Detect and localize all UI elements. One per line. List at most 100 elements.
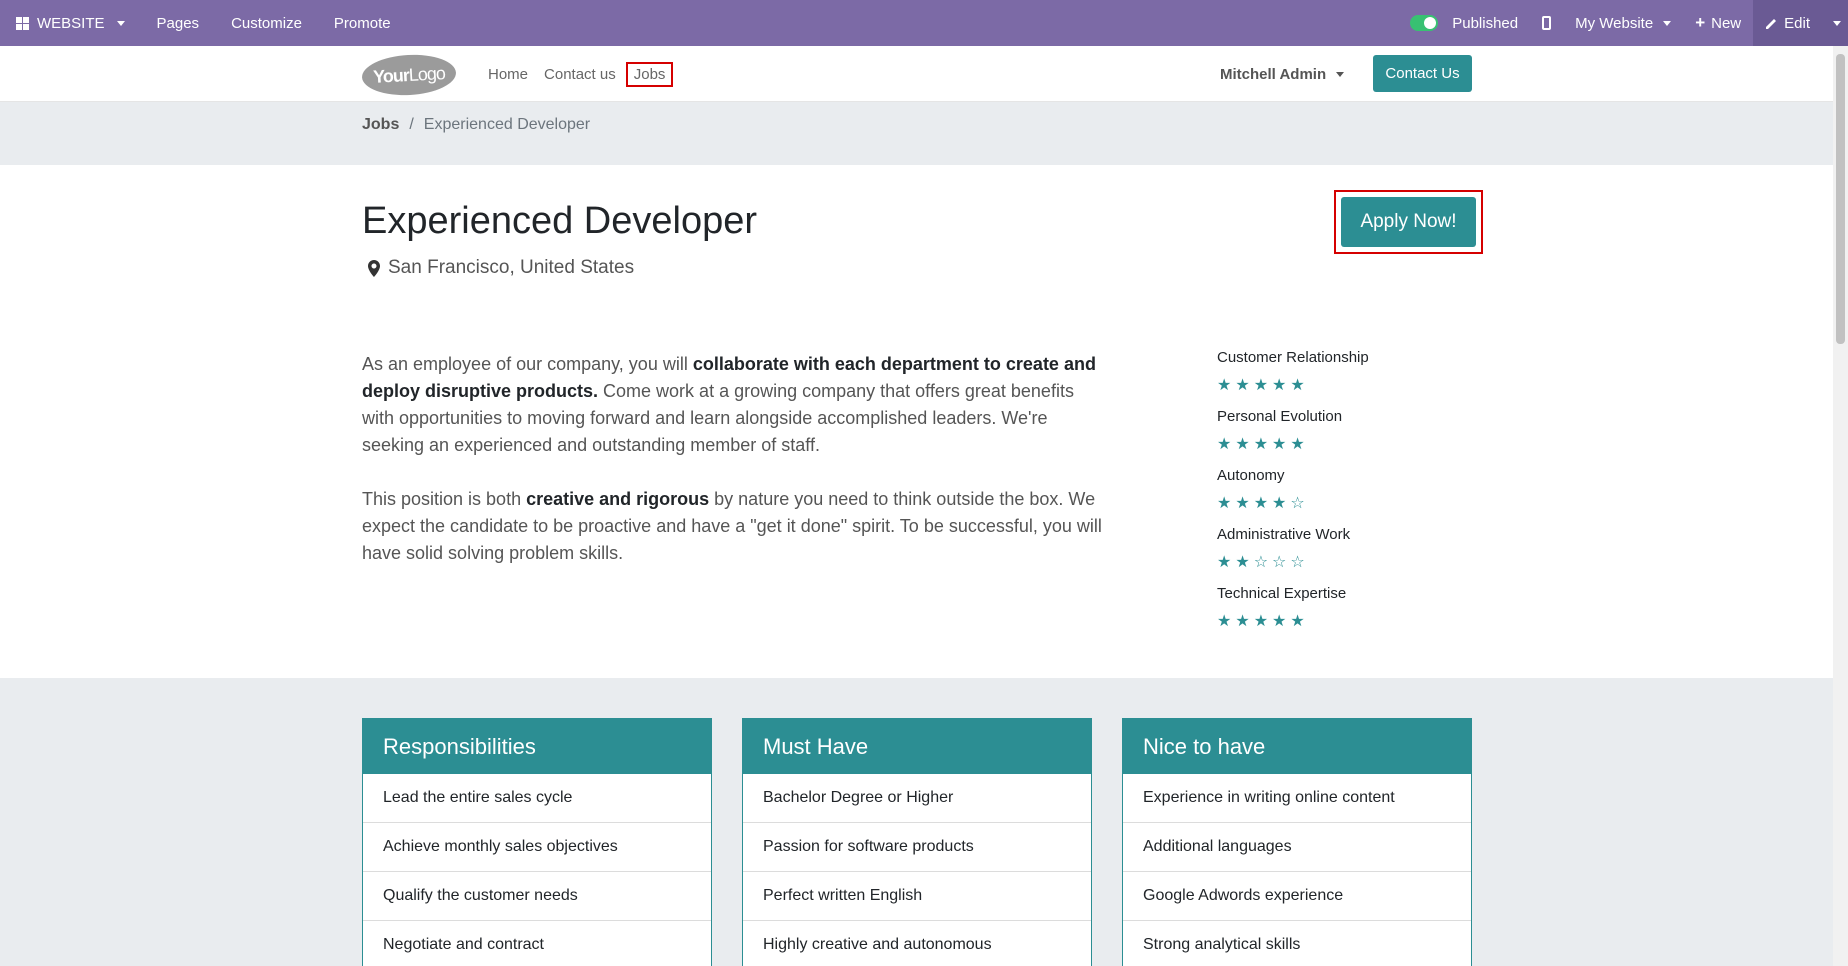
rating-row: Personal Evolution ★ ★ ★ ★ ★ — [1217, 408, 1437, 467]
breadcrumb-jobs-link[interactable]: Jobs — [362, 116, 399, 134]
rating-label: Personal Evolution — [1217, 408, 1343, 425]
description-paragraph-1: As an employee of our company, you will … — [362, 351, 1102, 459]
rating-row: Technical Expertise ★ ★ ★ ★ ★ — [1217, 585, 1437, 644]
star-rating: ★ ★ ★ ★ ☆ — [1217, 493, 1437, 513]
edit-label: Edit — [1784, 14, 1810, 32]
admin-right: Published My Website + New Edit — [1398, 0, 1848, 46]
rating-row: Customer Relationship ★ ★ ★ ★ ★ — [1217, 349, 1437, 408]
map-marker-icon — [368, 259, 380, 277]
job-location: San Francisco, United States — [368, 257, 634, 279]
website-app-menu[interactable]: WEBSITE — [0, 0, 141, 46]
star-filled-icon: ★ — [1217, 495, 1232, 512]
nav-jobs[interactable]: Jobs — [625, 61, 674, 87]
location-city: San Francisco — [388, 257, 510, 278]
card-title: Must Have — [743, 719, 1091, 774]
star-rating: ★ ★ ★ ★ ★ — [1217, 375, 1437, 395]
list-item: Negotiate and contract — [363, 921, 711, 966]
star-rating: ★ ★ ☆ ☆ ☆ — [1217, 552, 1437, 572]
mobile-preview-button[interactable] — [1530, 0, 1563, 46]
job-title: Experienced Developer — [362, 200, 758, 242]
star-filled-icon: ★ — [1235, 613, 1250, 630]
star-rating: ★ ★ ★ ★ ★ — [1217, 434, 1437, 454]
new-button[interactable]: + New — [1683, 0, 1753, 46]
rating-label: Administrative Work — [1217, 526, 1351, 543]
mobile-icon — [1542, 16, 1552, 30]
star-filled-icon: ★ — [1290, 377, 1305, 394]
page-scrollbar[interactable] — [1833, 46, 1848, 966]
star-filled-icon: ★ — [1272, 436, 1287, 453]
list-item: Additional languages — [1123, 823, 1471, 872]
star-filled-icon: ★ — [1272, 613, 1287, 630]
star-filled-icon: ★ — [1217, 554, 1232, 571]
website-app-label: WEBSITE — [37, 14, 105, 32]
job-description: As an employee of our company, you will … — [362, 351, 1102, 594]
star-filled-icon: ★ — [1253, 613, 1269, 630]
rating-label: Customer Relationship — [1217, 349, 1369, 366]
nav-contact-us[interactable]: Contact us — [536, 62, 624, 87]
nav-home[interactable]: Home — [480, 62, 536, 87]
caret-down-icon — [1833, 20, 1841, 26]
breadcrumb: Jobs / Experienced Developer — [362, 116, 590, 134]
toggle-switch-icon — [1410, 15, 1439, 31]
star-filled-icon: ★ — [1290, 613, 1305, 630]
star-filled-icon: ★ — [1217, 377, 1232, 394]
star-filled-icon: ★ — [1235, 495, 1250, 512]
apply-now-button[interactable]: Apply Now! — [1341, 197, 1476, 247]
caret-down-icon — [1336, 71, 1345, 77]
admin-menu-customize[interactable]: Customize — [215, 0, 318, 46]
star-rating: ★ ★ ★ ★ ★ — [1217, 611, 1437, 631]
job-requirements-cards: Responsibilities Lead the entire sales c… — [362, 718, 1472, 966]
star-empty-icon: ☆ — [1290, 495, 1305, 512]
star-empty-icon: ☆ — [1290, 554, 1305, 571]
logo-text-light: Logo — [408, 62, 446, 85]
star-filled-icon: ★ — [1253, 377, 1269, 394]
apps-grid-icon — [16, 16, 29, 30]
published-toggle[interactable]: Published — [1398, 0, 1530, 46]
admin-menu-promote[interactable]: Promote — [318, 0, 407, 46]
edit-dropdown-toggle[interactable] — [1822, 0, 1848, 46]
edit-button[interactable]: Edit — [1753, 0, 1822, 46]
star-filled-icon: ★ — [1253, 436, 1269, 453]
admin-bar: WEBSITE Pages Customize Promote Publishe… — [0, 0, 1848, 46]
list-item: Perfect written English — [743, 872, 1091, 921]
apply-highlight: Apply Now! — [1334, 190, 1483, 254]
star-filled-icon: ★ — [1272, 495, 1287, 512]
breadcrumb-separator: / — [409, 116, 414, 133]
card-must-have: Must Have Bachelor Degree or Higher Pass… — [742, 718, 1092, 966]
list-item: Lead the entire sales cycle — [363, 774, 711, 823]
breadcrumb-current: Experienced Developer — [423, 116, 591, 133]
caret-down-icon — [1663, 20, 1672, 26]
star-filled-icon: ★ — [1217, 613, 1232, 630]
contact-us-button[interactable]: Contact Us — [1373, 55, 1472, 92]
desc-bold: creative and rigorous — [526, 489, 710, 509]
rating-label: Autonomy — [1217, 467, 1285, 484]
rating-row: Administrative Work ★ ★ ☆ ☆ ☆ — [1217, 526, 1437, 585]
list-item: Achieve monthly sales objectives — [363, 823, 711, 872]
list-item: Experience in writing online content — [1123, 774, 1471, 823]
website-switcher[interactable]: My Website — [1563, 0, 1683, 46]
scrollbar-thumb[interactable] — [1836, 54, 1845, 344]
list-item: Passion for software products — [743, 823, 1091, 872]
list-item: Bachelor Degree or Higher — [743, 774, 1091, 823]
star-filled-icon: ★ — [1235, 436, 1250, 453]
rating-label: Technical Expertise — [1217, 585, 1347, 602]
card-title: Responsibilities — [363, 719, 711, 774]
pencil-icon — [1765, 17, 1778, 30]
user-menu[interactable]: Mitchell Admin — [1220, 46, 1345, 102]
site-header: Your Logo Home Contact us Jobs Mitchell A… — [0, 46, 1833, 102]
main-nav: Home Contact us Jobs — [480, 46, 674, 102]
star-filled-icon: ★ — [1272, 377, 1287, 394]
list-item: Google Adwords experience — [1123, 872, 1471, 921]
site-logo[interactable]: Your Logo — [361, 52, 457, 98]
admin-menu-pages[interactable]: Pages — [141, 0, 216, 46]
logo-text-main: Your — [372, 64, 410, 87]
list-item: Qualify the customer needs — [363, 872, 711, 921]
breadcrumb-band: Jobs / Experienced Developer — [0, 102, 1833, 165]
job-detail-section: Experienced Developer San Francisco, Uni… — [0, 165, 1833, 678]
rating-row: Autonomy ★ ★ ★ ★ ☆ — [1217, 467, 1437, 526]
card-responsibilities: Responsibilities Lead the entire sales c… — [362, 718, 712, 966]
star-filled-icon: ★ — [1235, 377, 1250, 394]
user-name: Mitchell Admin — [1220, 65, 1327, 83]
star-filled-icon: ★ — [1253, 495, 1269, 512]
new-label: New — [1711, 14, 1742, 32]
